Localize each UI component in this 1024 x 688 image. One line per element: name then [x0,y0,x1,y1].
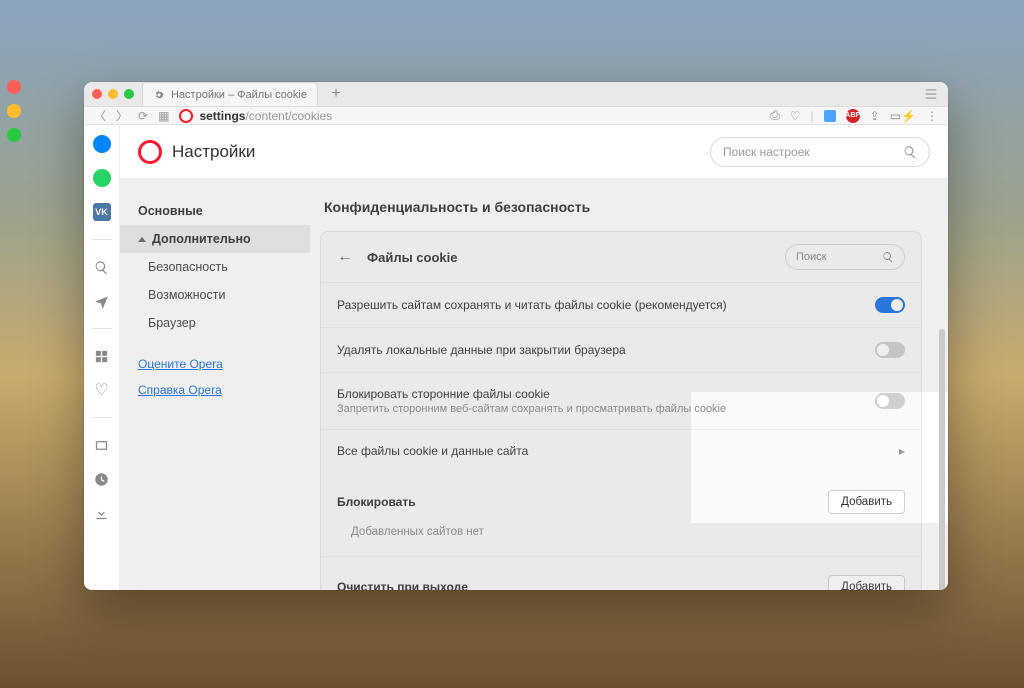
dock-dot [7,104,21,118]
dock-dot [7,80,21,94]
row-delete-on-close: Удалять локальные данные при закрытии бр… [321,327,921,372]
vk-icon[interactable]: VK [93,203,111,221]
gear-icon [153,89,165,101]
toggle-block-thirdparty[interactable] [875,393,905,409]
settings-header: Настройки Поиск настроек [120,125,948,179]
news-icon[interactable] [93,436,111,454]
block-section: Блокировать Добавить [321,472,921,520]
reload-button[interactable]: ⟳ [138,109,148,123]
flow-icon[interactable] [93,292,111,310]
maximize-window-icon[interactable] [124,89,134,99]
sidenav-rate-link[interactable]: Оцените Opera [120,351,310,377]
row-block-thirdparty: Блокировать сторонние файлы cookie Запре… [321,372,921,429]
settings-body: Основные Дополнительно Безопасность Возм… [120,179,948,590]
toolbar: 〈 〉 ⟳ ▦ settings/content/cookies ⎙ ♡ | A… [84,107,948,125]
nav-buttons: 〈 〉 ⟳ ▦ [94,107,169,124]
speed-dial-icon[interactable]: ▦ [158,109,169,123]
section-title: Конфиденциальность и безопасность [324,199,922,215]
chevron-right-icon: ▸ [899,444,905,458]
separator: | [811,109,814,123]
tab-strip: Настройки – Файлы cookie + [84,82,948,107]
history-icon[interactable] [93,470,111,488]
sidenav-advanced[interactable]: Дополнительно [120,225,310,253]
row-label: Удалять локальные данные при закрытии бр… [337,343,875,357]
forward-button[interactable]: 〉 [116,107,128,124]
heart-icon[interactable]: ♡ [93,381,111,399]
scrollbar[interactable] [939,329,945,590]
new-tab-button[interactable]: + [324,85,348,103]
close-window-icon[interactable] [92,89,102,99]
separator [92,239,112,240]
sidenav-features[interactable]: Возможности [120,281,310,309]
sidenav-basic[interactable]: Основные [120,197,310,225]
separator [92,328,112,329]
settings-search[interactable]: Поиск настроек [710,137,930,167]
tab-menu-icon[interactable] [924,87,938,101]
share-icon[interactable]: ⇪ [870,109,880,123]
row-allow-cookies: Разрешить сайтам сохранять и читать файл… [321,282,921,327]
back-button[interactable]: 〈 [94,107,106,124]
downloads-icon[interactable] [93,504,111,522]
add-clear-button[interactable]: Добавить [828,575,905,590]
window-controls[interactable] [92,89,134,99]
clear-section: Очистить при выходе Добавить [321,556,921,590]
grid-icon[interactable] [93,347,111,365]
card-search-placeholder: Поиск [796,251,826,263]
cookies-card: ← Файлы cookie Поиск Разрешить сайтам со… [320,231,922,590]
row-label: Все файлы cookie и данные сайта [337,444,899,458]
messenger-icon[interactable] [93,135,111,153]
search-placeholder: Поиск настроек [723,145,810,159]
chevron-up-icon [138,237,146,242]
snapshot-icon[interactable]: ⎙ [770,108,780,123]
extension-icon[interactable] [824,110,836,122]
search-icon[interactable] [93,258,111,276]
opera-logo-icon [138,140,162,164]
row-sublabel: Запретить сторонним веб-сайтам сохранять… [337,403,875,415]
separator [92,417,112,418]
settings-pane: Настройки Поиск настроек Основные Дополн… [120,125,948,590]
page-title: Настройки [172,142,255,162]
row-label: Блокировать сторонние файлы cookie Запре… [337,387,875,415]
card-title: Файлы cookie [367,250,457,265]
sidenav-browser[interactable]: Браузер [120,309,310,337]
toggle-allow-cookies[interactable] [875,297,905,313]
row-all-cookies[interactable]: Все файлы cookie и данные сайта ▸ [321,429,921,472]
toggle-delete-on-close[interactable] [875,342,905,358]
back-button[interactable]: ← [337,248,353,266]
card-search[interactable]: Поиск [785,244,905,270]
minimize-window-icon[interactable] [108,89,118,99]
settings-main: Конфиденциальность и безопасность ← Файл… [310,179,948,590]
opera-icon [179,109,193,123]
sidenav-security[interactable]: Безопасность [120,253,310,281]
macos-dock-hint [0,80,28,142]
block-title: Блокировать [337,495,416,509]
url-text: settings/content/cookies [199,109,332,123]
clear-title: Очистить при выходе [337,580,468,590]
browser-tab[interactable]: Настройки – Файлы cookie [142,82,318,106]
search-icon [882,251,894,263]
block-empty-text: Добавленных сайтов нет [321,520,921,556]
card-header: ← Файлы cookie Поиск [321,232,921,282]
sidenav-help-link[interactable]: Справка Opera [120,377,310,403]
menu-icon[interactable]: ⋮ [926,109,938,123]
address-bar[interactable]: settings/content/cookies [179,109,332,123]
heart-icon[interactable]: ♡ [790,109,801,123]
search-icon [903,145,917,159]
dock-dot [7,128,21,142]
battery-icon[interactable]: ▭⚡ [890,109,916,123]
sidebar-rail: VK ♡ [84,125,120,590]
toolbar-right: ⎙ ♡ | ABP ⇪ ▭⚡ ⋮ [770,108,938,123]
content-area: VK ♡ Настройки Поиск настроек [84,125,948,590]
browser-window: Настройки – Файлы cookie + 〈 〉 ⟳ ▦ setti… [84,82,948,590]
add-block-button[interactable]: Добавить [828,490,905,514]
whatsapp-icon[interactable] [93,169,111,187]
settings-sidenav: Основные Дополнительно Безопасность Возм… [120,179,310,590]
tab-title: Настройки – Файлы cookie [171,89,307,101]
abp-icon[interactable]: ABP [846,109,860,123]
row-label: Разрешить сайтам сохранять и читать файл… [337,298,875,312]
